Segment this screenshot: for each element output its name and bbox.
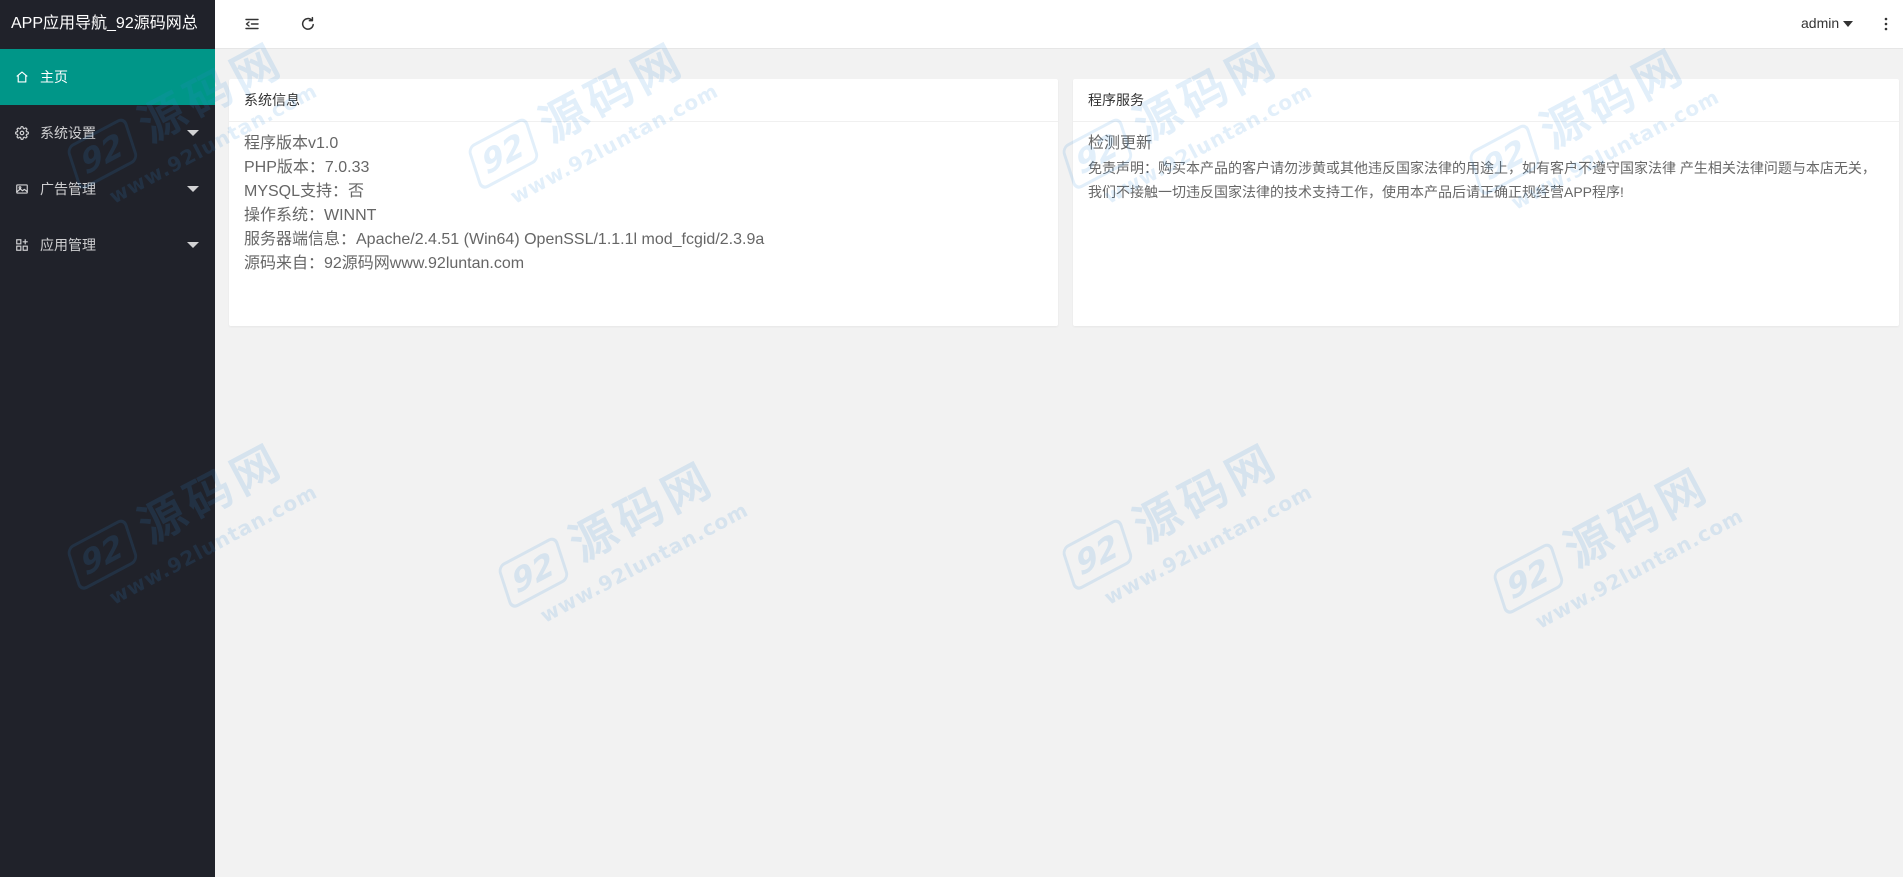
program-service-card: 程序服务 检测更新 免责声明：购买本产品的客户请勿涉黄或其他违反国家法律的用途上… <box>1073 79 1899 326</box>
card-body: 程序版本v1.0 PHP版本：7.0.33 MYSQL支持：否 操作系统：WIN… <box>229 122 1058 286</box>
caret-down-icon <box>187 186 199 192</box>
main-content: 系统信息 程序版本v1.0 PHP版本：7.0.33 MYSQL支持：否 操作系… <box>215 49 1903 877</box>
more-vertical-icon[interactable] <box>1878 16 1894 32</box>
sidebar-item-system-settings[interactable]: 系统设置 <box>0 105 215 161</box>
image-icon <box>15 182 29 196</box>
sidebar-item-label: 应用管理 <box>40 237 96 253</box>
mysql-support: MYSQL支持：否 <box>244 183 365 200</box>
sidebar-item-app-management[interactable]: 应用管理 <box>0 217 215 273</box>
indent-icon[interactable] <box>244 16 260 32</box>
source-from: 源码来自：92源码网www.92luntan.com <box>244 255 525 272</box>
check-update-link[interactable]: 检测更新 <box>1088 132 1884 156</box>
gear-icon <box>15 126 29 140</box>
system-info-card: 系统信息 程序版本v1.0 PHP版本：7.0.33 MYSQL支持：否 操作系… <box>229 79 1058 326</box>
sidebar-nav: 主页 系统设置 广告管理 应用管理 <box>0 49 215 273</box>
program-version: 程序版本v1.0 <box>244 135 339 152</box>
home-icon <box>15 70 29 84</box>
caret-down-icon <box>187 130 199 136</box>
top-header: admin <box>215 0 1903 49</box>
php-version: PHP版本：7.0.33 <box>244 159 370 176</box>
operating-system: 操作系统：WINNT <box>244 207 377 224</box>
sidebar-item-label: 广告管理 <box>40 181 96 197</box>
sidebar-item-label: 主页 <box>40 69 68 85</box>
server-info: 服务器端信息：Apache/2.4.51 (Win64) OpenSSL/1.1… <box>244 231 765 248</box>
app-logo-title: APP应用导航_92源码网总 <box>11 15 198 32</box>
sidebar-item-label: 系统设置 <box>40 125 96 141</box>
card-title: 系统信息 <box>229 79 1058 122</box>
caret-down-icon[interactable] <box>1843 21 1853 27</box>
sidebar-item-home[interactable]: 主页 <box>0 49 215 105</box>
user-menu[interactable]: admin <box>1801 0 1839 48</box>
sidebar: APP应用导航_92源码网总 主页 系统设置 广告管理 应用管理 <box>0 0 215 877</box>
card-title: 程序服务 <box>1073 79 1899 122</box>
app-grid-icon <box>15 238 29 252</box>
caret-down-icon <box>187 242 199 248</box>
sidebar-item-ad-management[interactable]: 广告管理 <box>0 161 215 217</box>
card-body: 检测更新 免责声明：购买本产品的客户请勿涉黄或其他违反国家法律的用途上，如有客户… <box>1073 122 1899 214</box>
refresh-icon[interactable] <box>300 16 316 32</box>
disclaimer-text: 免责声明：购买本产品的客户请勿涉黄或其他违反国家法律的用途上，如有客户不遵守国家… <box>1088 160 1876 200</box>
